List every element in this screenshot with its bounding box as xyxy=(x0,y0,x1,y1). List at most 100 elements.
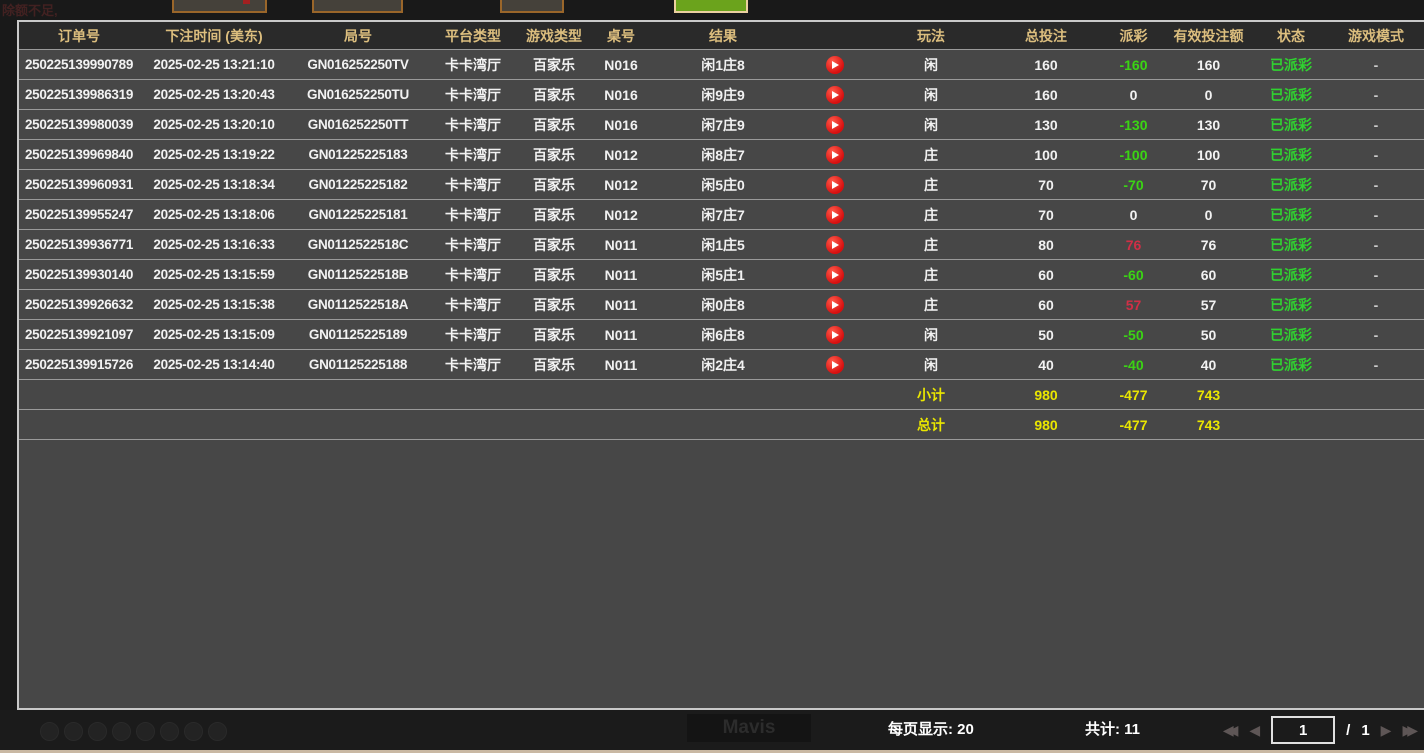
cell-order-id: 250225139921097 xyxy=(19,327,139,342)
cell-round-id: GN0112522518B xyxy=(289,267,427,282)
cell-table-no: N011 xyxy=(589,357,653,373)
cell-platform-type: 卡卡湾厅 xyxy=(427,325,519,345)
bet-records-table: 订单号下注时间 (美东)局号平台类型游戏类型桌号结果玩法总投注派彩有效投注额状态… xyxy=(17,20,1424,710)
cell-game-type: 百家乐 xyxy=(519,55,589,75)
per-page-label: 每页显示: xyxy=(888,721,953,738)
cell-valid-bet: 76 xyxy=(1161,237,1256,253)
last-page-icon[interactable]: ▶▶ xyxy=(1402,723,1418,737)
cell-game-type: 百家乐 xyxy=(519,175,589,195)
cell-game-mode: - xyxy=(1326,87,1424,103)
toolbar-button-3[interactable] xyxy=(500,0,564,13)
cell-summary-valid-bet: 743 xyxy=(1161,417,1256,433)
prev-page-icon[interactable]: ◀ xyxy=(1249,723,1260,737)
balance-warning-text: 除额不足, xyxy=(2,0,58,19)
cell-game-type: 百家乐 xyxy=(519,295,589,315)
replay-icon[interactable] xyxy=(826,56,844,74)
cell-status: 已派彩 xyxy=(1256,235,1326,255)
col-header-round-id: 局号 xyxy=(289,26,427,46)
col-header-valid-bet: 有效投注额 xyxy=(1161,26,1256,46)
cell-replay xyxy=(793,85,876,103)
cell-payout: -100 xyxy=(1106,147,1161,163)
cell-play-type: 庄 xyxy=(876,145,986,165)
page-separator: / xyxy=(1346,722,1350,739)
cell-status: 已派彩 xyxy=(1256,145,1326,165)
chip-icon xyxy=(112,722,131,741)
play-triangle-icon xyxy=(832,211,839,219)
replay-icon[interactable] xyxy=(826,296,844,314)
cell-game-mode: - xyxy=(1326,177,1424,193)
cell-payout: -60 xyxy=(1106,267,1161,283)
replay-icon[interactable] xyxy=(826,206,844,224)
cell-replay xyxy=(793,265,876,283)
page-input[interactable] xyxy=(1271,716,1335,744)
cell-summary-valid-bet: 743 xyxy=(1161,387,1256,403)
cell-game-type: 百家乐 xyxy=(519,325,589,345)
replay-icon[interactable] xyxy=(826,176,844,194)
table-row: 2502251399609312025-02-25 13:18:34GN0122… xyxy=(19,169,1424,199)
cell-table-no: N011 xyxy=(589,297,653,313)
cell-result: 闲0庄8 xyxy=(653,295,793,315)
table-header-row: 订单号下注时间 (美东)局号平台类型游戏类型桌号结果玩法总投注派彩有效投注额状态… xyxy=(19,22,1424,49)
replay-icon[interactable] xyxy=(826,86,844,104)
cell-replay xyxy=(793,145,876,163)
cell-play-type: 庄 xyxy=(876,175,986,195)
cell-order-id: 250225139955247 xyxy=(19,207,139,222)
cell-result: 闲6庄8 xyxy=(653,325,793,345)
replay-icon[interactable] xyxy=(826,116,844,134)
first-page-icon[interactable]: ◀◀ xyxy=(1223,723,1239,737)
toolbar-button-1[interactable] xyxy=(172,0,267,13)
table-row: 2502251399552472025-02-25 13:18:06GN0122… xyxy=(19,199,1424,229)
cell-order-id: 250225139926632 xyxy=(19,297,139,312)
cell-order-id: 250225139986319 xyxy=(19,87,139,102)
total-count-label: 共计: xyxy=(1085,721,1120,738)
col-header-platform-type: 平台类型 xyxy=(427,26,519,46)
cell-game-type: 百家乐 xyxy=(519,235,589,255)
cell-round-id: GN0112522518C xyxy=(289,237,427,252)
cell-round-id: GN01125225188 xyxy=(289,357,427,372)
cell-replay xyxy=(793,175,876,193)
cell-status: 已派彩 xyxy=(1256,55,1326,75)
replay-icon[interactable] xyxy=(826,356,844,374)
cell-table-no: N012 xyxy=(589,207,653,223)
cell-total-bet: 80 xyxy=(986,237,1106,253)
summary-row: 总计980-477743 xyxy=(19,409,1424,439)
table-row: 2502251399698402025-02-25 13:19:22GN0122… xyxy=(19,139,1424,169)
per-page-value: 20 xyxy=(957,721,974,738)
cell-total-bet: 70 xyxy=(986,177,1106,193)
cell-valid-bet: 70 xyxy=(1161,177,1256,193)
cell-total-bet: 160 xyxy=(986,87,1106,103)
cell-game-type: 百家乐 xyxy=(519,355,589,375)
cell-game-mode: - xyxy=(1326,207,1424,223)
per-page-display: 每页显示: 20 xyxy=(888,710,974,750)
cell-bet-time: 2025-02-25 13:15:38 xyxy=(139,297,289,312)
total-count-value: 11 xyxy=(1124,721,1140,738)
cell-payout: 76 xyxy=(1106,237,1161,253)
replay-icon[interactable] xyxy=(826,326,844,344)
cell-result: 闲7庄7 xyxy=(653,205,793,225)
cell-table-no: N012 xyxy=(589,147,653,163)
cell-platform-type: 卡卡湾厅 xyxy=(427,295,519,315)
cell-game-mode: - xyxy=(1326,327,1424,343)
replay-icon[interactable] xyxy=(826,146,844,164)
cell-valid-bet: 130 xyxy=(1161,117,1256,133)
pagination-bar: Mavis 每页显示: 20 共计: 11 ◀◀ ◀ / 1 ▶ ▶▶ xyxy=(0,710,1424,753)
cell-status: 已派彩 xyxy=(1256,85,1326,105)
replay-icon[interactable] xyxy=(826,266,844,284)
cell-platform-type: 卡卡湾厅 xyxy=(427,175,519,195)
cell-summary-label: 小计 xyxy=(876,385,986,405)
cell-order-id: 250225139969840 xyxy=(19,147,139,162)
replay-icon[interactable] xyxy=(826,236,844,254)
cell-play-type: 闲 xyxy=(876,355,986,375)
cell-bet-time: 2025-02-25 13:20:10 xyxy=(139,117,289,132)
cell-platform-type: 卡卡湾厅 xyxy=(427,235,519,255)
cell-status: 已派彩 xyxy=(1256,355,1326,375)
cell-summary-payout: -477 xyxy=(1106,417,1161,433)
toolbar-button-2[interactable] xyxy=(312,0,403,13)
cell-table-no: N016 xyxy=(589,57,653,73)
next-page-icon[interactable]: ▶ xyxy=(1381,723,1392,737)
toolbar-button-active[interactable] xyxy=(674,0,748,13)
play-triangle-icon xyxy=(832,91,839,99)
summary-row: 小计980-477743 xyxy=(19,379,1424,409)
cell-status: 已派彩 xyxy=(1256,265,1326,285)
total-count-display: 共计: 11 xyxy=(1085,710,1140,750)
